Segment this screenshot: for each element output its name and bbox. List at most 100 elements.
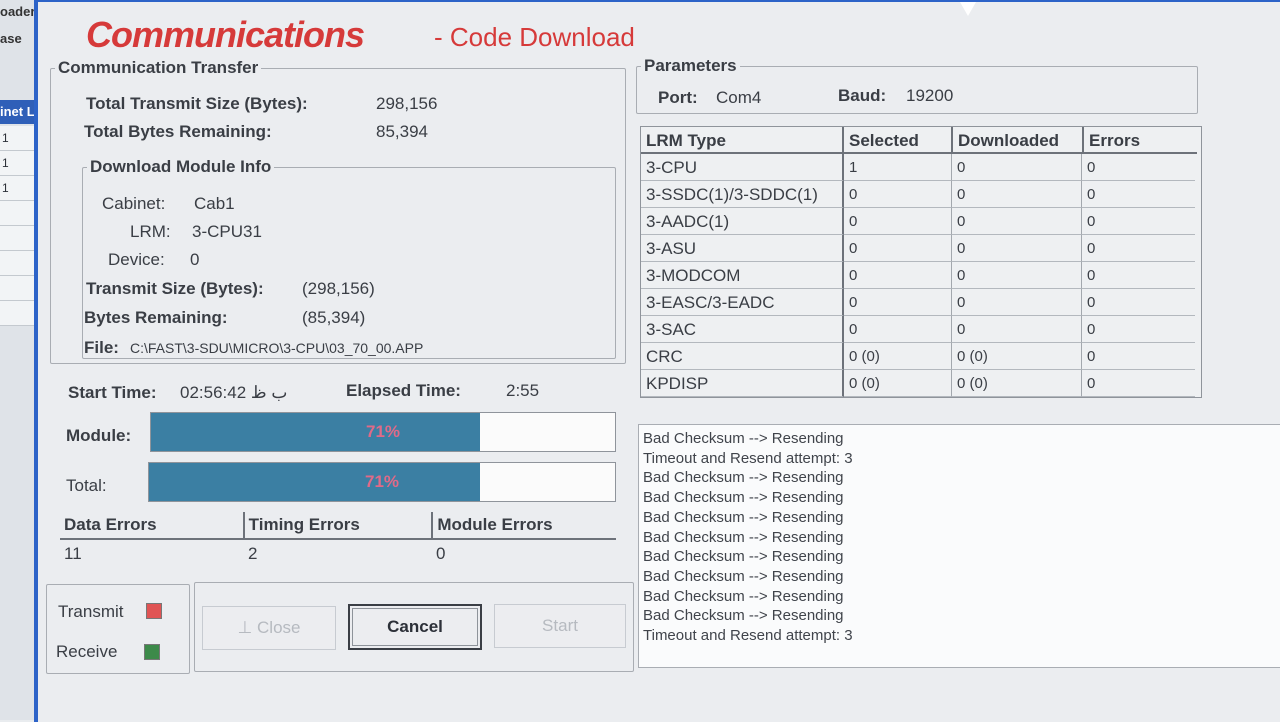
download-log[interactable]: Bad Checksum --> Resending Timeout and Re… [638, 424, 1280, 668]
module-progress-text: 71% [365, 422, 401, 441]
lrm-type-header[interactable]: LRM Type [641, 127, 844, 154]
selected-cell: 1 [844, 154, 952, 181]
cabinet-value: Cab1 [194, 194, 235, 213]
errors-cell: 0 [1082, 289, 1195, 316]
timing-errors-header: Timing Errors [245, 512, 434, 538]
parameters-legend: Parameters [644, 56, 737, 75]
elapsed-time-value: 2:55 [506, 381, 540, 400]
errors-table: Data Errors Timing Errors Module Errors … [60, 512, 616, 566]
log-line: Bad Checksum --> Resending [643, 567, 844, 585]
selected-cell: 0 (0) [844, 370, 952, 397]
lrm-table-row[interactable]: CRC 0 (0) 0 (0) 0 [641, 343, 1201, 370]
errors-cell: 0 [1082, 370, 1195, 397]
selected-cell: 0 [844, 208, 952, 235]
cabinet-label: Cabinet: [102, 194, 166, 213]
selected-header[interactable]: Selected [844, 127, 953, 154]
bytes-remaining-value: (85,394) [302, 308, 366, 327]
file-value: C:\FAST\3-SDU\MICRO\3-CPU\03_70_00.APP [130, 340, 424, 356]
downloaded-cell: 0 [952, 289, 1082, 316]
downloaded-cell: 0 [952, 316, 1082, 343]
background-window-label: ase [0, 31, 22, 46]
lrm-type-cell: CRC [641, 343, 844, 370]
downloaded-cell: 0 [952, 154, 1082, 181]
selected-cell: 0 [844, 316, 952, 343]
downloaded-cell: 0 [952, 181, 1082, 208]
device-value: 0 [190, 250, 200, 269]
errors-cell: 0 [1082, 208, 1195, 235]
errors-cell: 0 [1082, 235, 1195, 262]
receive-label: Receive [56, 642, 118, 661]
lrm-type-cell: 3-CPU [641, 154, 844, 181]
baud-label: Baud: [838, 86, 887, 105]
errors-cell: 0 [1082, 343, 1195, 370]
downloaded-header[interactable]: Downloaded [953, 127, 1084, 154]
lrm-table-row[interactable]: 3-SSDC(1)/3-SDDC(1) 0 0 0 [641, 181, 1201, 208]
selected-cell: 0 [844, 289, 952, 316]
downloaded-cell: 0 [952, 208, 1082, 235]
code-download-dialog: Communications - Code Download Communica… [34, 0, 1280, 722]
cancel-button-label: Cancel [387, 617, 443, 636]
total-remaining-label: Total Bytes Remaining: [84, 122, 272, 141]
start-button-label: Start [542, 616, 578, 635]
lrm-table-row[interactable]: 3-ASU 0 0 0 [641, 235, 1201, 262]
selected-cell: 0 [844, 181, 952, 208]
lrm-type-cell: 3-AADC(1) [641, 208, 844, 235]
module-errors-header: Module Errors [437, 515, 553, 534]
file-label: File: [84, 338, 119, 357]
errors-header[interactable]: Errors [1084, 127, 1197, 154]
total-progress-text: 71% [364, 472, 400, 491]
module-progress-bar: 71% [150, 412, 616, 452]
log-line: Bad Checksum --> Resending [643, 430, 844, 447]
start-time-value: 02:56:42 ب ظ [180, 383, 288, 402]
lrm-table-row[interactable]: 3-EASC/3-EADC 0 0 0 [641, 289, 1201, 316]
errors-cell: 0 [1082, 316, 1195, 343]
lrm-type-cell: KPDISP [641, 370, 844, 397]
timing-errors-value: 2 [248, 544, 258, 563]
log-line: Timeout and Resend attempt: 3 [643, 627, 853, 645]
log-line: Bad Checksum --> Resending [643, 508, 844, 526]
dialog-title: Communications [86, 14, 365, 55]
lrm-table-row[interactable]: 3-AADC(1) 0 0 0 [641, 208, 1201, 235]
errors-cell: 0 [1082, 262, 1195, 289]
port-label: Port: [658, 88, 698, 107]
total-progress-bar: 71% [148, 462, 616, 502]
module-errors-value: 0 [436, 544, 446, 563]
lrm-type-cell: 3-EASC/3-EADC [641, 289, 844, 316]
data-errors-header: Data Errors [60, 512, 245, 538]
dialog-subtitle: - Code Download [434, 22, 635, 52]
data-errors-value: 11 [64, 544, 82, 563]
log-line: Bad Checksum --> Resending [643, 548, 844, 566]
module-info-legend: Download Module Info [90, 157, 272, 176]
baud-value: 19200 [906, 86, 954, 105]
lrm-type-cell: 3-ASU [641, 235, 844, 262]
lrm-table-row[interactable]: 3-SAC 0 0 0 [641, 316, 1201, 343]
errors-value-row: 11 2 0 [60, 540, 616, 566]
lrm-label: LRM: [130, 222, 171, 241]
communication-transfer-legend: Communication Transfer [58, 58, 259, 77]
receive-led-icon [144, 644, 160, 660]
close-button-label: Close [257, 618, 301, 637]
lrm-value: 3-CPU31 [192, 222, 262, 241]
total-transmit-label: Total Transmit Size (Bytes): [86, 94, 308, 113]
lrm-table-row[interactable]: KPDISP 0 (0) 0 (0) 0 [641, 370, 1201, 397]
downloaded-cell: 0 (0) [952, 370, 1082, 397]
cancel-button[interactable]: Cancel [348, 604, 482, 650]
start-button[interactable]: Start [494, 604, 626, 648]
lrm-table-row[interactable]: 3-CPU 1 0 0 [641, 154, 1201, 181]
close-button[interactable]: ⊥ Close [202, 606, 336, 650]
errors-cell: 0 [1082, 154, 1195, 181]
log-line: Timeout and Resend attempt: 3 [643, 449, 853, 467]
selected-cell: 0 [844, 262, 952, 289]
log-line: Bad Checksum --> Resending [643, 489, 844, 507]
lrm-table-row[interactable]: 3-MODCOM 0 0 0 [641, 262, 1201, 289]
transmit-size-value: (298,156) [302, 279, 375, 298]
bytes-remaining-label: Bytes Remaining: [84, 308, 228, 327]
lrm-header-row: LRM Type Selected Downloaded Errors [641, 127, 1201, 154]
module-progress-label: Module: [66, 426, 132, 445]
lrm-table: LRM Type Selected Downloaded Errors 3-CP… [640, 126, 1202, 398]
transmit-led-icon [146, 603, 162, 619]
downloaded-cell: 0 [952, 262, 1082, 289]
errors-cell: 0 [1082, 181, 1195, 208]
selected-cell: 0 [844, 235, 952, 262]
transmit-label: Transmit [58, 602, 124, 621]
